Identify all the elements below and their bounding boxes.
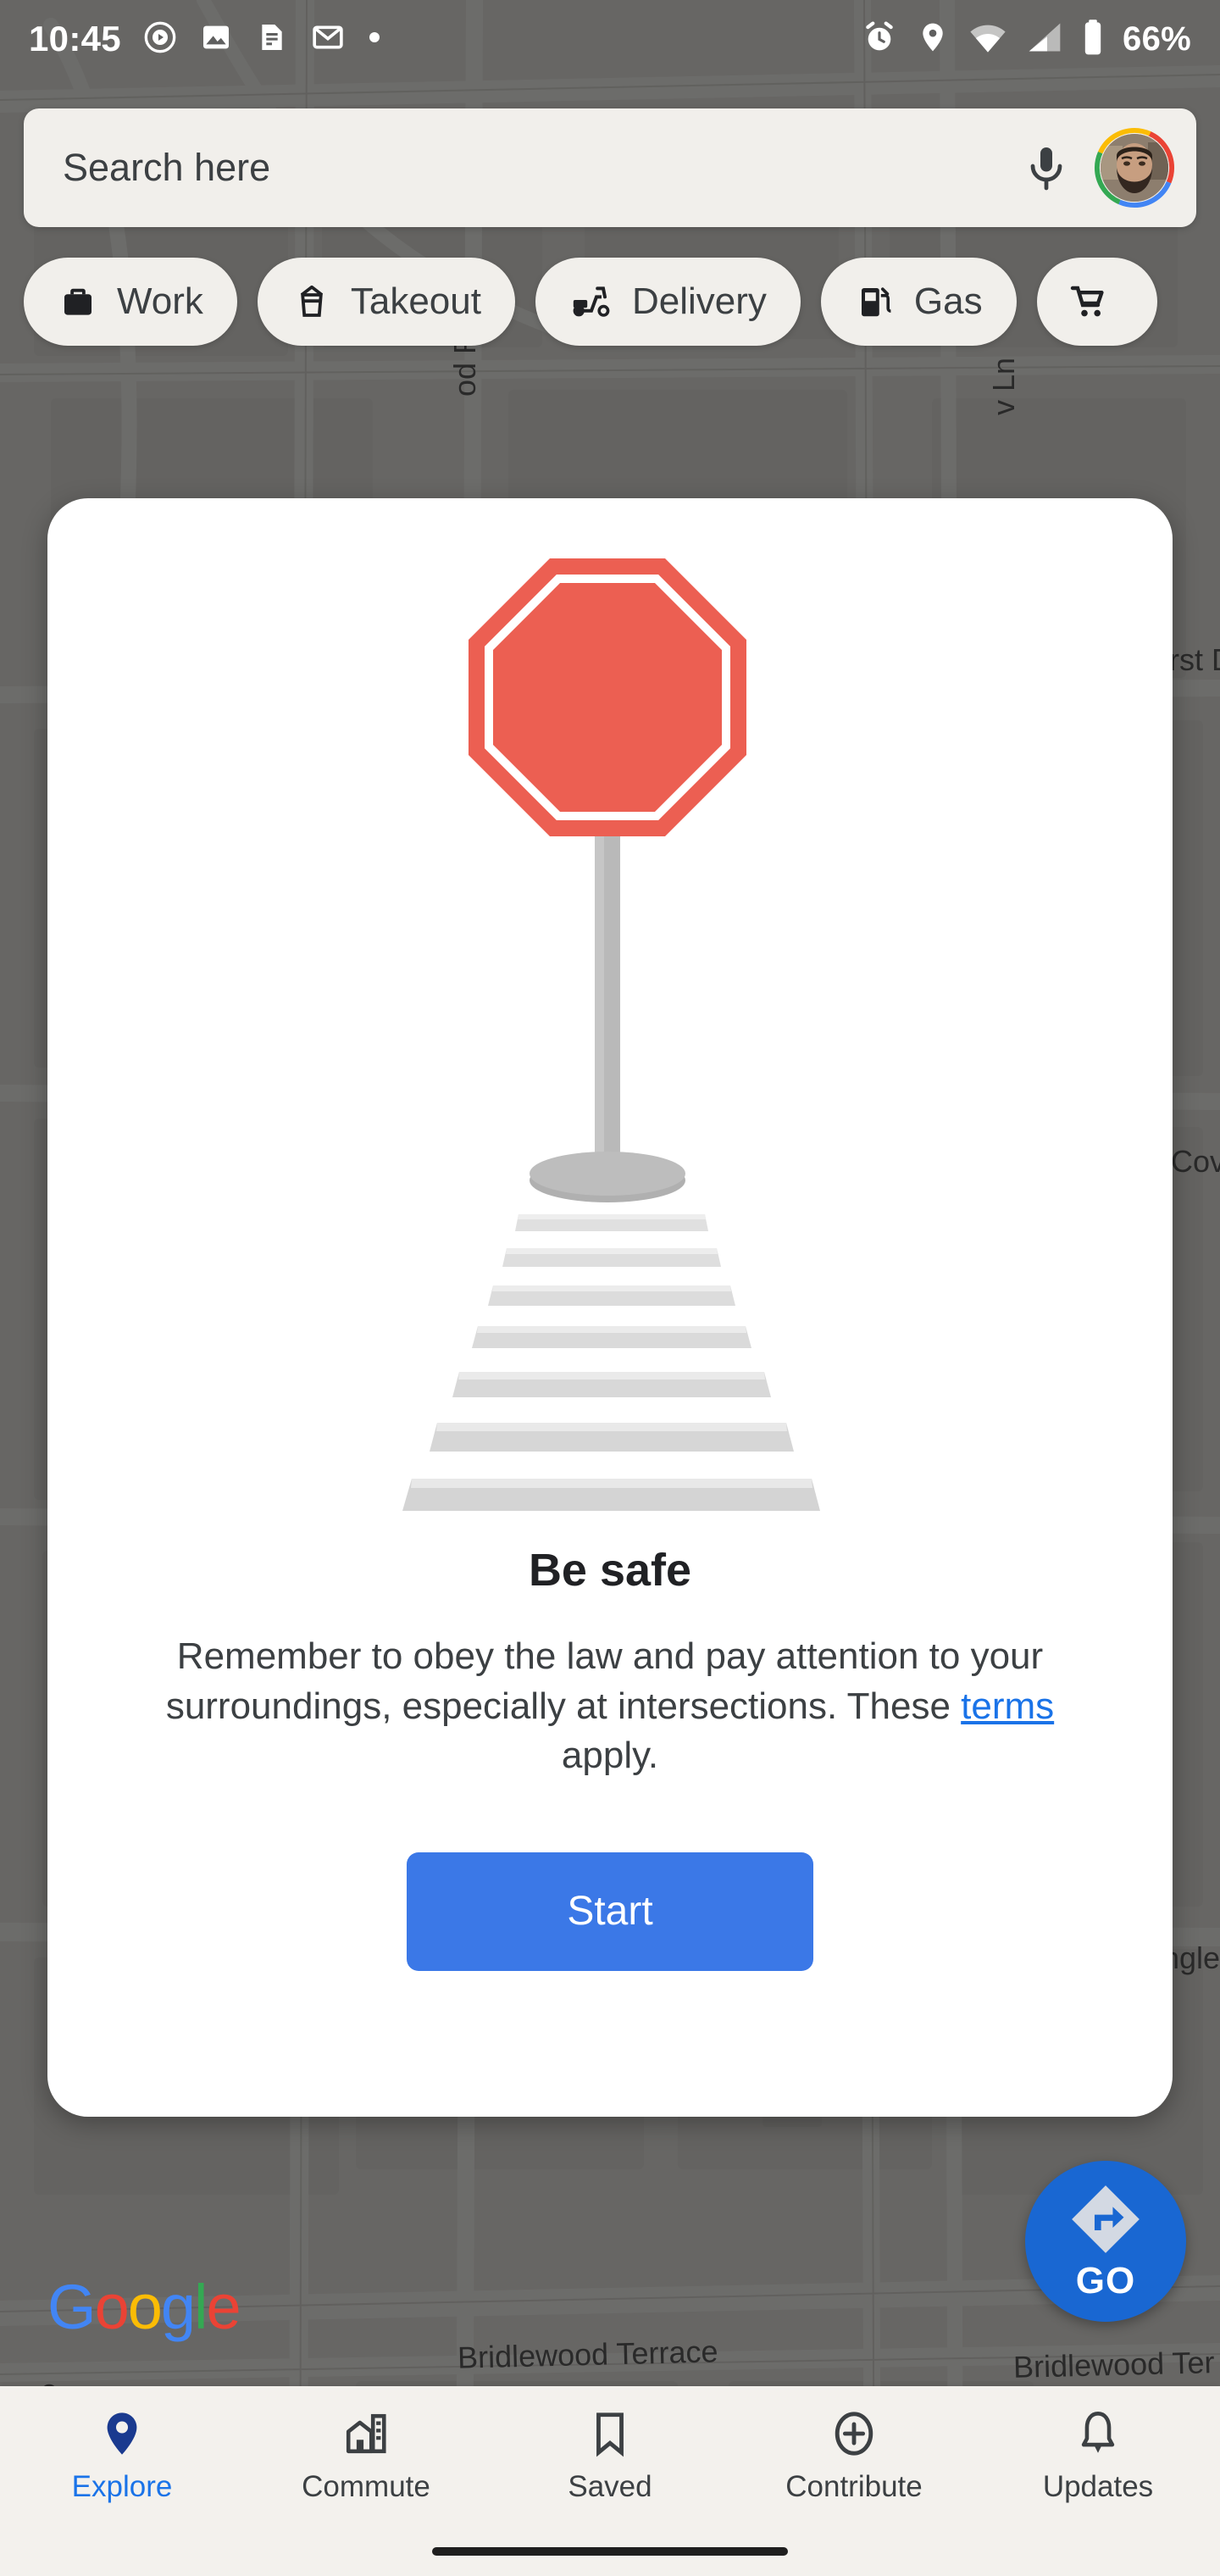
location-icon (916, 20, 950, 58)
dialog-body-text-after: apply. (561, 1735, 659, 1777)
avatar[interactable] (1093, 126, 1176, 209)
docs-icon (255, 20, 289, 58)
navigation-diamond-icon (1072, 2185, 1140, 2253)
alarm-icon (862, 19, 897, 59)
go-button[interactable]: GO (1025, 2161, 1186, 2322)
scooter-icon (573, 286, 610, 317)
terms-link[interactable]: terms (961, 1685, 1054, 1727)
dialog-title: Be safe (528, 1545, 692, 1596)
chip-label: Gas (913, 280, 983, 322)
plus-circle-icon (835, 2412, 873, 2456)
nav-label: Updates (1042, 2470, 1154, 2503)
chip-delivery[interactable]: Delivery (535, 258, 801, 346)
photos-icon (199, 20, 233, 58)
bottom-navigation: Explore Commute Saved Contribute Updates (0, 2386, 1220, 2527)
status-bar-right: 66% (862, 19, 1191, 60)
nav-item-explore[interactable]: Explore (0, 2386, 244, 2527)
gas-pump-icon (861, 287, 891, 317)
nav-label: Commute (302, 2470, 430, 2503)
nav-label: Contribute (785, 2470, 923, 2503)
play-circle-icon (143, 20, 177, 58)
chip-work[interactable]: Work (24, 258, 237, 346)
chip-label: Takeout (350, 280, 481, 322)
status-clock: 10:45 (29, 19, 121, 58)
avatar-photo (1101, 134, 1168, 202)
be-safe-dialog: Be safe Remember to obey the law and pay… (47, 498, 1173, 2117)
chip-label: Delivery (631, 280, 767, 322)
chip-groceries[interactable] (1036, 258, 1157, 346)
nav-item-saved[interactable]: Saved (488, 2386, 732, 2527)
search-input[interactable]: Search here (63, 146, 1015, 190)
nav-label: Explore (71, 2470, 173, 2503)
gmail-icon (311, 20, 345, 58)
battery-icon (1082, 19, 1104, 60)
go-label: GO (1075, 2260, 1136, 2301)
takeout-box-icon (300, 285, 324, 317)
status-bar: 10:45 66% (0, 0, 1220, 78)
search-bar[interactable]: Search here (24, 108, 1196, 227)
chip-label: Work (117, 280, 203, 322)
chip-takeout[interactable]: Takeout (257, 258, 515, 346)
wifi-icon (968, 19, 1007, 59)
chip-gas[interactable]: Gas (820, 258, 1017, 346)
bookmark-icon (596, 2412, 624, 2457)
dialog-body: Remember to obey the law and pay attenti… (131, 1632, 1089, 1781)
gesture-bar[interactable] (432, 2547, 788, 2556)
start-button[interactable]: Start (407, 1852, 813, 1971)
nav-item-commute[interactable]: Commute (244, 2386, 488, 2527)
dialog-body-text-before: Remember to obey the law and pay attenti… (165, 1635, 1044, 1727)
dot-icon (367, 30, 382, 49)
briefcase-icon (64, 288, 92, 315)
bell-icon (1081, 2412, 1115, 2453)
nav-label: Saved (568, 2470, 652, 2503)
category-chips: Work Takeout Delivery Gas (24, 251, 1157, 353)
stop-sign-crosswalk-illustration (47, 498, 1173, 1541)
location-pin-icon (107, 2412, 137, 2455)
groceries-icon (1070, 286, 1104, 317)
buildings-icon (346, 2413, 386, 2454)
gesture-bar-area (0, 2527, 1220, 2576)
status-bar-left: 10:45 (29, 20, 382, 58)
google-logo: Google (47, 2272, 241, 2342)
cell-signal-icon (1026, 19, 1063, 59)
microphone-icon[interactable] (1015, 136, 1078, 199)
nav-item-contribute[interactable]: Contribute (732, 2386, 976, 2527)
nav-item-updates[interactable]: Updates (976, 2386, 1220, 2527)
battery-percent: 66% (1123, 19, 1191, 58)
